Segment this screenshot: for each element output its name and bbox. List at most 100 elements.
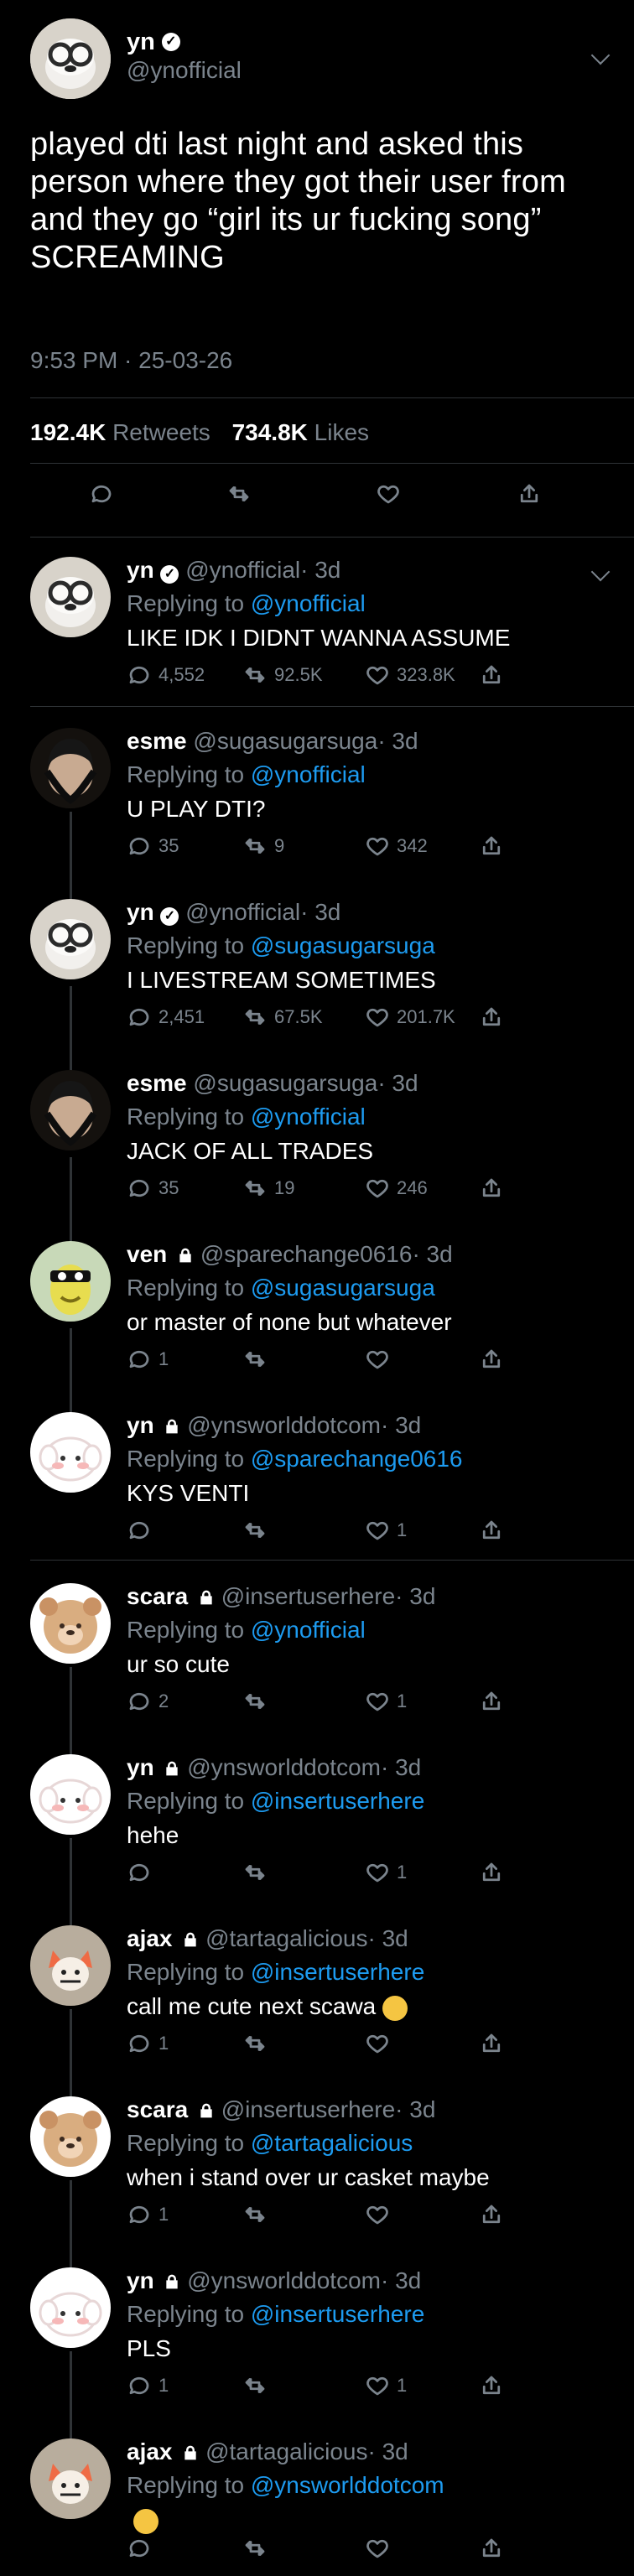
like-button[interactable]: 1	[365, 1518, 407, 1543]
reply-author-name[interactable]: esme	[127, 1070, 187, 1096]
reply-target-link[interactable]: @ynofficial	[251, 1617, 366, 1643]
reply-target-link[interactable]: @tartagalicious	[251, 2130, 413, 2156]
reply-author-name[interactable]: ajax	[127, 2438, 173, 2464]
reply-button[interactable]	[127, 2536, 152, 2561]
reply-tweet[interactable]: esme @sugasugarsuga· 3d Replying to @yno…	[0, 708, 634, 879]
like-button[interactable]	[365, 2536, 390, 2561]
reply-author-handle[interactable]: @ynsworlddotcom	[187, 1754, 381, 1780]
reply-target-link[interactable]: @ynofficial	[251, 590, 366, 616]
like-button[interactable]: 1	[365, 1689, 407, 1714]
retweet-button[interactable]	[242, 1347, 268, 1372]
like-button[interactable]: 1	[365, 1860, 407, 1885]
reply-target-link[interactable]: @ynsworlddotcom	[251, 2472, 444, 2498]
reply-author-name[interactable]: yn	[127, 1754, 154, 1780]
reply-avatar[interactable]	[30, 728, 111, 808]
reply-author-name[interactable]: yn	[127, 899, 154, 925]
retweet-button[interactable]	[242, 1689, 268, 1714]
reply-avatar[interactable]	[30, 2267, 111, 2348]
reply-button[interactable]: 1	[127, 2373, 169, 2398]
reply-tweet[interactable]: ajax @tartagalicious· 3d Replying to @yn…	[0, 2418, 634, 2576]
reply-tweet[interactable]: yn ✓ @ynofficial· 3d Replying to @ynoffi…	[0, 537, 634, 708]
retweet-button[interactable]	[242, 1860, 268, 1885]
reply-avatar[interactable]	[30, 1583, 111, 1664]
share-button[interactable]	[479, 662, 504, 688]
reply-author-name[interactable]: scara	[127, 2096, 188, 2122]
retweet-button[interactable]	[242, 2536, 268, 2561]
retweet-count[interactable]: 192.4K	[30, 419, 106, 445]
share-button[interactable]	[479, 1689, 504, 1714]
main-author-name[interactable]: yn	[127, 29, 155, 55]
like-button[interactable]	[365, 2202, 390, 2227]
reply-tweet[interactable]: ven @sparechange0616· 3d Replying to @su…	[0, 1221, 634, 1392]
reply-author-handle[interactable]: @sparechange0616	[200, 1241, 413, 1267]
reply-target-link[interactable]: @insertuserhere	[251, 1959, 424, 1985]
share-button[interactable]	[479, 1518, 504, 1543]
reply-author-handle[interactable]: @insertuserhere	[221, 1583, 395, 1609]
reply-button[interactable]: 2	[127, 1689, 169, 1714]
like-button[interactable]: 246	[365, 1176, 428, 1201]
retweet-button[interactable]: 9	[242, 834, 284, 859]
reply-avatar[interactable]	[30, 2096, 111, 2177]
like-button[interactable]: 342	[365, 834, 428, 859]
reply-author-name[interactable]: ajax	[127, 1925, 173, 1951]
reply-button[interactable]	[89, 481, 114, 506]
reply-target-link[interactable]: @insertuserhere	[251, 1788, 424, 1814]
reply-avatar[interactable]	[30, 1241, 111, 1322]
reply-avatar[interactable]	[30, 1925, 111, 2006]
reply-target-link[interactable]: @ynofficial	[251, 1104, 366, 1130]
reply-avatar[interactable]	[30, 899, 111, 979]
reply-author-handle[interactable]: @tartagalicious	[205, 1925, 367, 1951]
reply-tweet[interactable]: scara @insertuserhere· 3d Replying to @y…	[0, 1563, 634, 1734]
reply-target-link[interactable]: @sugasugarsuga	[251, 1275, 435, 1301]
like-count[interactable]: 734.8K	[232, 419, 308, 445]
reply-author-name[interactable]: yn	[127, 1412, 154, 1438]
reply-button[interactable]: 1	[127, 2031, 169, 2056]
like-button[interactable]	[365, 2031, 390, 2056]
chevron-down-icon[interactable]	[590, 45, 611, 65]
reply-tweet[interactable]: yn ✓ @ynofficial· 3d Replying to @sugasu…	[0, 879, 634, 1050]
reply-author-name[interactable]: ven	[127, 1241, 167, 1267]
reply-author-handle[interactable]: @insertuserhere	[221, 2096, 395, 2122]
share-button[interactable]	[479, 2373, 504, 2398]
reply-tweet[interactable]: yn @ynsworlddotcom· 3d Replying to @spar…	[0, 1392, 634, 1563]
reply-button[interactable]: 2,451	[127, 1005, 205, 1030]
reply-avatar[interactable]	[30, 2438, 111, 2519]
retweet-button[interactable]: 92.5K	[242, 662, 323, 688]
reply-author-handle[interactable]: @ynsworlddotcom	[187, 2267, 381, 2293]
reply-target-link[interactable]: @sparechange0616	[251, 1446, 463, 1472]
reply-author-name[interactable]: scara	[127, 1583, 188, 1609]
reply-author-handle[interactable]: @sugasugarsuga	[193, 1070, 377, 1096]
share-button[interactable]	[479, 1860, 504, 1885]
like-button[interactable]: 1	[365, 2373, 407, 2398]
reply-button[interactable]: 1	[127, 2202, 169, 2227]
reply-tweet[interactable]: scara @insertuserhere· 3d Replying to @t…	[0, 2076, 634, 2247]
reply-author-name[interactable]: esme	[127, 728, 187, 754]
reply-button[interactable]: 35	[127, 1176, 179, 1201]
reply-button[interactable]	[127, 1518, 152, 1543]
retweet-button[interactable]: 67.5K	[242, 1005, 323, 1030]
reply-button[interactable]: 4,552	[127, 662, 205, 688]
like-button[interactable]: 323.8K	[365, 662, 455, 688]
reply-target-link[interactable]: @ynofficial	[251, 761, 366, 787]
reply-author-handle[interactable]: @ynofficial	[185, 899, 300, 925]
retweet-button[interactable]	[242, 2202, 268, 2227]
share-button[interactable]	[479, 834, 504, 859]
reply-avatar[interactable]	[30, 1070, 111, 1150]
retweet-button[interactable]	[242, 2373, 268, 2398]
reply-author-handle[interactable]: @tartagalicious	[205, 2438, 367, 2464]
reply-tweet[interactable]: yn @ynsworlddotcom· 3d Replying to @inse…	[0, 1734, 634, 1905]
reply-tweet[interactable]: ajax @tartagalicious· 3d Replying to @in…	[0, 1905, 634, 2076]
retweet-button[interactable]	[242, 2031, 268, 2056]
share-button[interactable]	[479, 1176, 504, 1201]
reply-target-link[interactable]: @sugasugarsuga	[251, 932, 435, 958]
reply-tweet[interactable]: yn @ynsworlddotcom· 3d Replying to @inse…	[0, 2247, 634, 2418]
share-button[interactable]	[479, 2536, 504, 2561]
reply-avatar[interactable]	[30, 557, 111, 637]
retweet-button[interactable]: 19	[242, 1176, 294, 1201]
main-author-avatar[interactable]	[30, 18, 111, 99]
reply-author-handle[interactable]: @ynsworlddotcom	[187, 1412, 381, 1438]
like-button[interactable]	[365, 1347, 390, 1372]
share-button[interactable]	[479, 1005, 504, 1030]
reply-button[interactable]: 35	[127, 834, 179, 859]
reply-author-handle[interactable]: @sugasugarsuga	[193, 728, 377, 754]
